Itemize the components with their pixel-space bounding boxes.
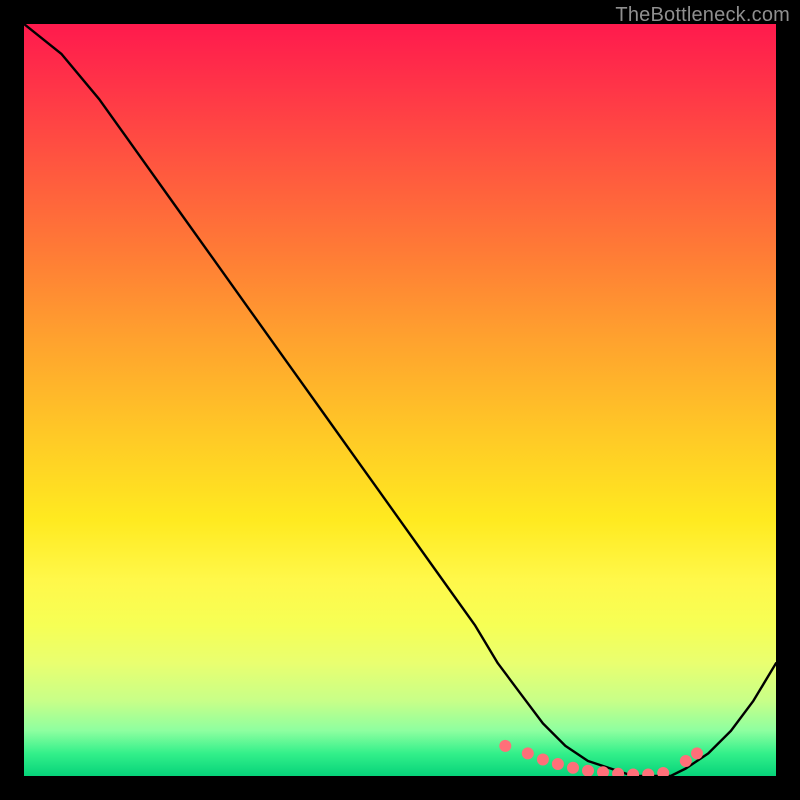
highlight-dot	[537, 754, 549, 766]
highlight-dot	[499, 740, 511, 752]
highlight-dot	[627, 769, 639, 777]
highlight-dot	[567, 762, 579, 774]
highlight-dot	[552, 758, 564, 770]
highlight-dot	[642, 769, 654, 777]
heatmap-plot	[24, 24, 776, 776]
chart-overlay	[24, 24, 776, 776]
highlight-dot	[691, 747, 703, 759]
highlight-dot	[582, 765, 594, 776]
main-curve	[24, 24, 776, 776]
highlight-dots	[499, 740, 703, 776]
highlight-dot	[657, 767, 669, 776]
chart-stage: TheBottleneck.com	[0, 0, 800, 800]
highlight-dot	[522, 747, 534, 759]
highlight-dot	[680, 755, 692, 767]
